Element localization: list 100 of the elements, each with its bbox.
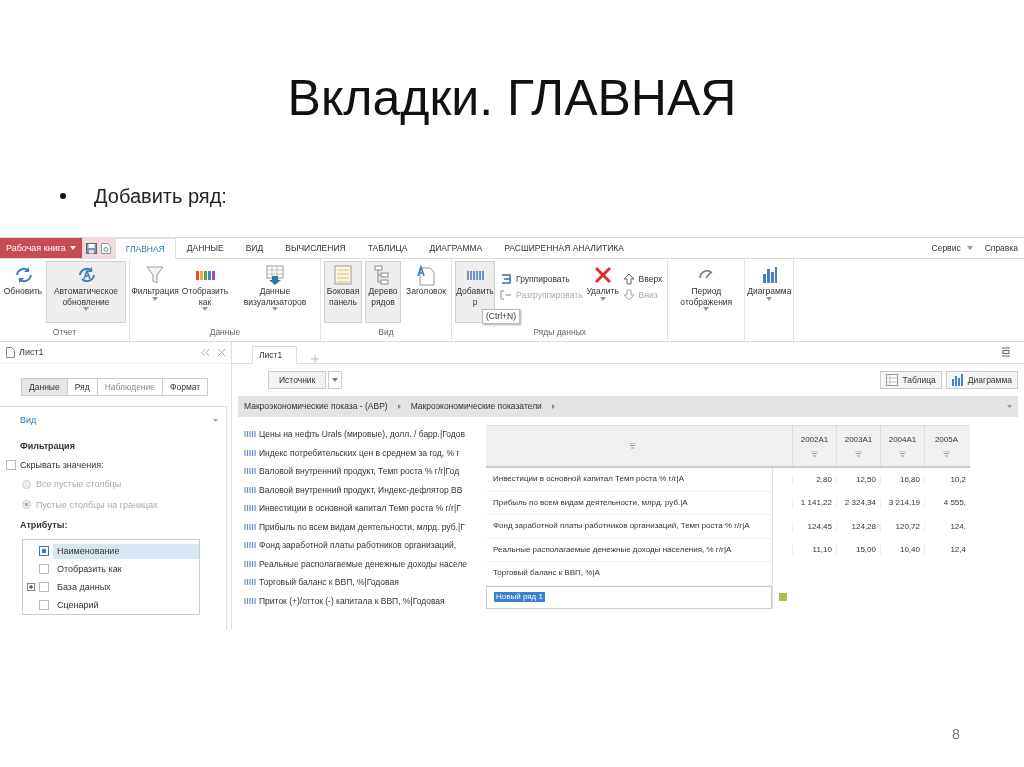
checkbox[interactable] (39, 600, 49, 611)
series-item[interactable]: Прибыль по всем видам деятельности, млрд. руб.|Г (259, 521, 465, 532)
filter-icon[interactable] (629, 442, 636, 449)
section-title: Вид (20, 414, 37, 426)
series-icon (244, 468, 256, 475)
table-cell: 15,00 (836, 545, 880, 556)
dropdown-button[interactable] (328, 370, 343, 390)
series-item[interactable]: Приток (+)/отток (-) капитала к ВВП, %|Годовая (259, 595, 445, 606)
row-header-cell: Торговый баланс к ВВП, %|А (486, 562, 772, 586)
menu-item[interactable]: Справка (978, 238, 1024, 258)
series-item[interactable]: Инвестиции в основной капитал Темп роста % г/г|Г (259, 503, 461, 514)
panel-title: Лист1 (19, 347, 45, 358)
chevron-icon (551, 404, 555, 409)
table-cell: 10,40 (880, 545, 924, 556)
table-cell: 12,4 (924, 545, 970, 556)
ribbon-button[interactable]: Диаграмма (748, 261, 791, 323)
series-icon (244, 505, 256, 512)
caret-icon (69, 246, 76, 250)
view-button[interactable]: Таблица (880, 371, 942, 389)
grid-arrow-icon (264, 264, 286, 286)
table-cell: 124,28 (836, 521, 880, 532)
series-item[interactable]: Цены на нефть Urals (мировые), долл. / барр.|Годов (259, 429, 465, 440)
tree-item[interactable]: Наименование (53, 543, 199, 559)
row-header-cell: Фонд заработной платы работников организаций, Темп роста % г/г|А (486, 515, 772, 539)
table-cell: 4 555, (924, 498, 970, 509)
ribbon-button[interactable]: Заголовок (404, 261, 448, 323)
ribbon-tab[interactable]: ТАБЛИЦА (356, 238, 419, 258)
breadcrumb-item[interactable]: Макроэкономические показатели (410, 401, 542, 412)
series-icon (244, 449, 256, 456)
collapse-icon[interactable] (201, 349, 210, 356)
tree-item[interactable]: База данных (53, 579, 199, 595)
sheet-tab[interactable]: Лист1 (252, 345, 298, 364)
caret-icon[interactable] (1007, 405, 1012, 408)
breadcrumb-item[interactable]: Макроэкономические показа - (АВР) (244, 401, 388, 412)
series-item[interactable]: Торговый баланс к ВВП, %|Годовая (259, 577, 399, 588)
checkbox[interactable] (6, 460, 16, 471)
tree-item[interactable]: Сценарий (53, 597, 199, 613)
slide-title: Вкладки. ГЛАВНАЯ (286, 69, 738, 128)
series-item[interactable]: Валовой внутренний продукт, Темп роста % г/г|Год (259, 466, 460, 477)
ribbon-button[interactable]: Удалить (587, 261, 618, 323)
ribbon-tab[interactable]: ВИД (234, 238, 275, 258)
checkbox[interactable] (39, 564, 49, 575)
bar-chart-icon (951, 374, 964, 386)
group-label: Вид (377, 327, 395, 339)
document-icon[interactable] (100, 242, 111, 254)
ribbon-tab[interactable]: ГЛАВНАЯ (114, 238, 176, 259)
series-icon (244, 431, 256, 438)
table-cell: 16,80 (880, 474, 924, 485)
series-item[interactable]: Индекс потребительских цен в среднем за год, % г (259, 447, 460, 458)
caret-icon (213, 418, 218, 422)
caret-icon (332, 378, 339, 382)
tree-item[interactable]: Отобразить как (53, 561, 199, 577)
table-cell: 11,10 (792, 545, 836, 556)
filter-icon[interactable] (811, 450, 818, 457)
segment-tab[interactable]: Данные (21, 378, 68, 397)
expand-icon[interactable] (27, 583, 35, 592)
ribbon-tab[interactable]: ВЫЧИСЛЕНИЯ (274, 238, 357, 258)
filter-icon[interactable] (855, 450, 862, 457)
group-label: Данные (208, 327, 242, 339)
ribbon-tab[interactable]: ДИАГРАММА (418, 238, 494, 258)
column-header: 2002А1 (800, 435, 829, 445)
filter-icon[interactable] (943, 450, 950, 457)
checkbox[interactable] (39, 582, 49, 593)
series-icon (244, 597, 256, 604)
series-icon (244, 523, 256, 530)
input-field[interactable]: Новый ряд 1 (486, 585, 772, 609)
ribbon-button[interactable]: Отобразить как (180, 261, 230, 323)
menu-item[interactable]: Сервис (925, 238, 979, 258)
filter-icon[interactable] (899, 450, 906, 457)
ribbon-button[interactable]: Данные визуализаторов (233, 261, 317, 323)
checkbox[interactable] (39, 546, 49, 557)
ribbon-button[interactable]: Боковая панель (324, 261, 362, 323)
ribbon-tab[interactable]: ДАННЫЕ (175, 238, 235, 258)
ribbon-button[interactable]: Период отображения (671, 261, 742, 323)
series-item[interactable]: Фонд заработной платы работников организаций, (259, 540, 457, 551)
row-header-cell: Прибыль по всем видам деятельности, млрд. руб.|А (486, 491, 772, 515)
panel-menu-icon[interactable] (1002, 347, 1010, 357)
series-icon (244, 579, 256, 586)
add-icon[interactable] (311, 355, 320, 363)
segment-tab[interactable]: Формат (162, 378, 209, 397)
marker-icon (778, 593, 787, 602)
workbook-button[interactable]: Рабочая книга (0, 238, 82, 258)
ribbon-button[interactable]: Обновить (3, 261, 43, 323)
series-item[interactable]: Реальные располагаемые денежные доходы населе (259, 558, 468, 569)
save-icon[interactable] (85, 242, 97, 254)
ribbon-button[interactable]: Вверх (620, 273, 665, 285)
group-icon (500, 273, 512, 285)
ribbon-tab[interactable]: РАСШИРЕННАЯ АНАЛИТИКА (493, 238, 635, 258)
heading-icon (415, 264, 437, 286)
ribbon-button[interactable]: Фильтрация (133, 261, 177, 323)
series-item[interactable]: Валовой внутренний продукт, Индекс-дефлятор ВВ (259, 484, 463, 495)
segment-tab[interactable]: Ряд (66, 378, 98, 397)
ribbon-button[interactable]: Дерево рядов (365, 261, 401, 323)
bullet-point (60, 192, 66, 199)
ungroup-icon (500, 289, 512, 301)
group-label: Отчет (51, 327, 78, 339)
ribbon-button[interactable]: Автоматическое обновление (46, 261, 126, 323)
source-button[interactable]: Источник (268, 370, 327, 390)
table-cell: 120,72 (880, 521, 924, 532)
view-button[interactable]: Диаграмма (945, 371, 1018, 389)
